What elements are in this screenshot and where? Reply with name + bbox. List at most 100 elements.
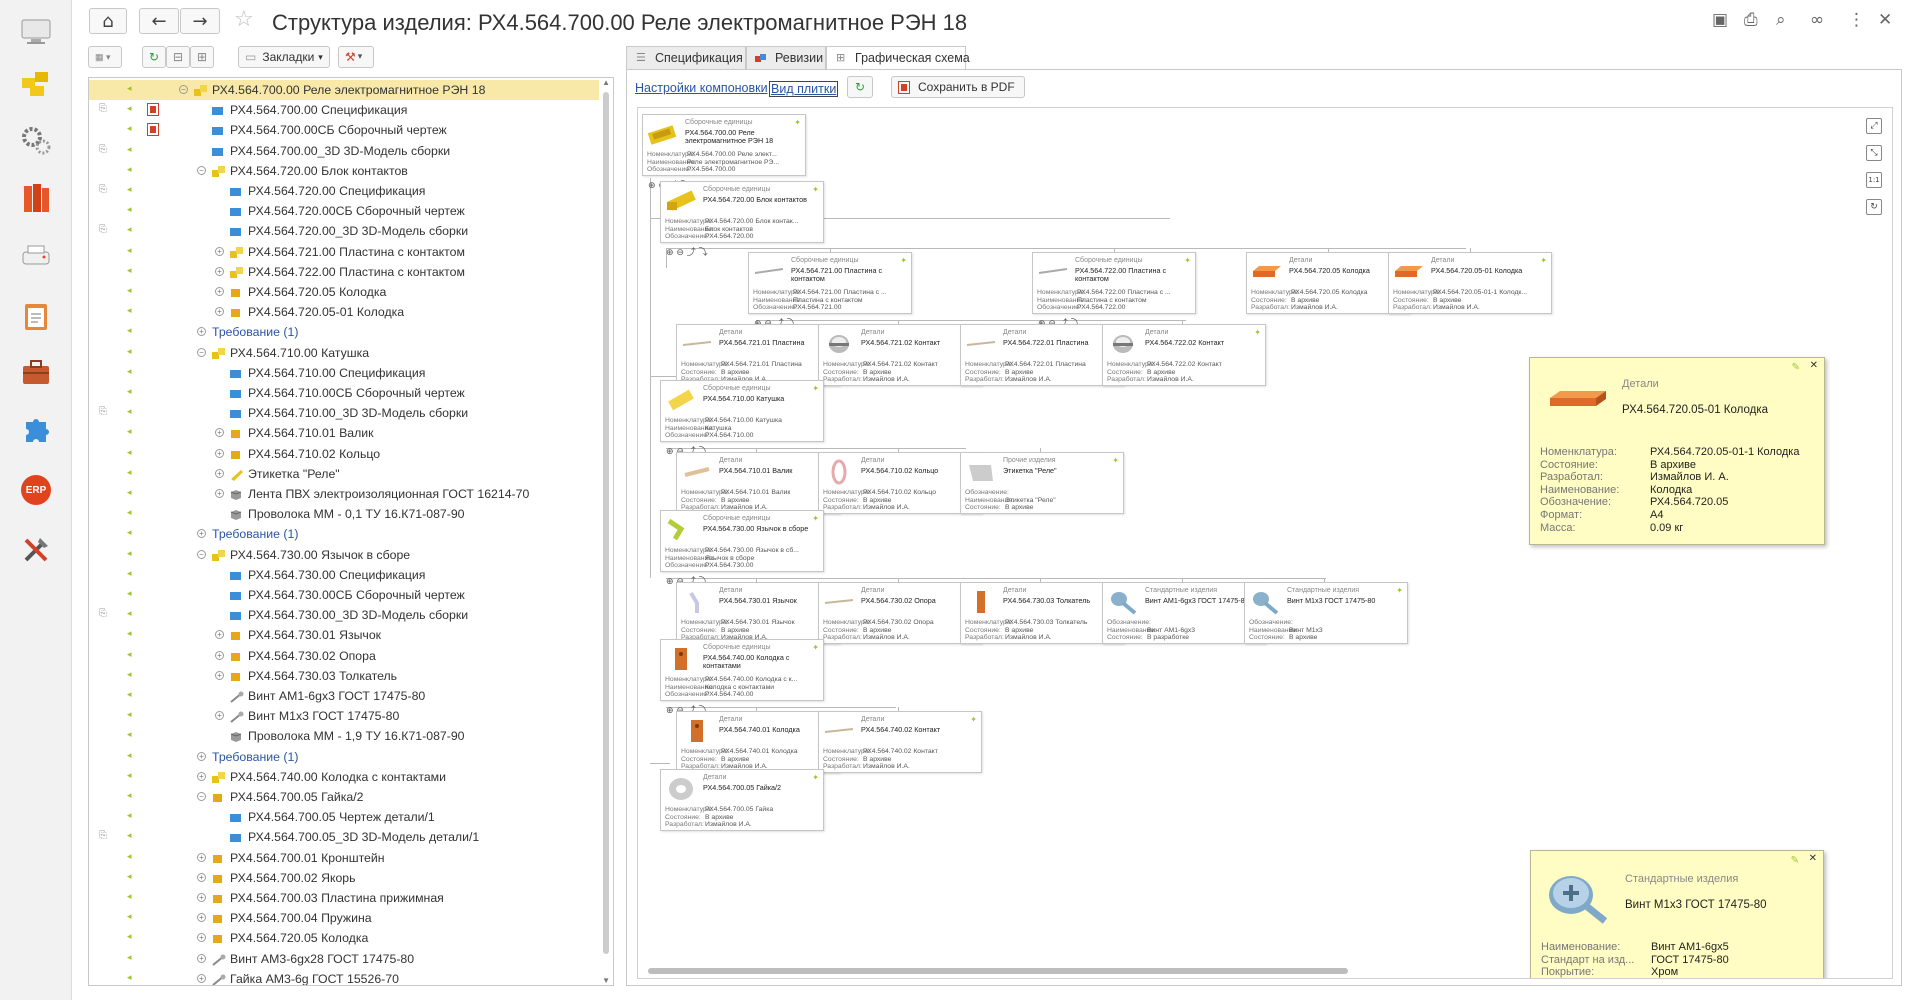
expand-toggle-icon[interactable]: + bbox=[197, 529, 206, 539]
rotate-icon[interactable]: ↻ bbox=[1866, 199, 1882, 215]
expand-toggle-icon[interactable]: + bbox=[197, 913, 206, 923]
collapse-toggle-icon[interactable]: − bbox=[197, 549, 206, 559]
tree-row[interactable]: ◂ + РХ4.564.700.04 Пружина bbox=[89, 908, 599, 928]
expand-toggle-icon[interactable]: + bbox=[215, 266, 224, 276]
tree-row[interactable]: ⎘ ◂ РХ4.564.720.00 Спецификация bbox=[89, 181, 599, 201]
tree-row[interactable]: ◂ + Лента ПВХ электроизоляционная ГОСТ 162… bbox=[89, 484, 599, 504]
scheme-node[interactable]: ✦ Прочие изделия Этикетка "Реле" Обозначени… bbox=[960, 452, 1124, 514]
node-tools-icon[interactable]: ⊕ ⊖ ⤴ ⤵ bbox=[666, 245, 708, 258]
expand-toggle-icon[interactable]: + bbox=[215, 711, 224, 721]
expand-toggle-icon[interactable]: + bbox=[215, 448, 224, 458]
tree-row[interactable]: ◂ Винт АМ1-6gx3 ГОСТ 17475-80 bbox=[89, 686, 599, 706]
pin-icon[interactable]: ✎ bbox=[1792, 362, 1800, 373]
tree-row[interactable]: ◂ − РХ4.564.710.00 Катушка bbox=[89, 343, 599, 363]
scheme-node[interactable]: ✦Стандартные изделияВинт АМ1-6gx3 ГОСТ 1… bbox=[1102, 582, 1266, 644]
favorite-star-icon[interactable]: ☆ bbox=[234, 7, 254, 32]
expand-toggle-icon[interactable]: + bbox=[197, 973, 206, 983]
tree-row[interactable]: ◂ + Этикетка "Реле" bbox=[89, 464, 599, 484]
home-button[interactable]: ⌂ bbox=[89, 8, 127, 34]
pdf-icon[interactable] bbox=[147, 103, 159, 117]
tree-row[interactable]: ◂ РХ4.564.730.00СБ Сборочный чертеж bbox=[89, 585, 599, 605]
collapse-toggle-icon[interactable]: − bbox=[179, 85, 188, 94]
more-icon[interactable]: ⋮ bbox=[1848, 10, 1865, 30]
scroll-down-icon[interactable]: ▼ bbox=[602, 976, 610, 985]
tree-row[interactable]: ◂ + РХ4.564.720.05 Колодка bbox=[89, 282, 599, 302]
graphic-scheme[interactable]: ✦ Сборочные единицы РХ4.564.700.00 Реле эл… bbox=[637, 107, 1893, 979]
scheme-node[interactable]: ✦ Сборочные единицы РХ4.564.720.00 Блок ко… bbox=[660, 181, 824, 243]
expand-toggle-icon[interactable]: + bbox=[197, 893, 206, 902]
save-pdf-button[interactable]: Сохранить в PDF bbox=[891, 76, 1025, 98]
expand-toggle-icon[interactable]: + bbox=[197, 751, 206, 761]
scheme-refresh-icon[interactable]: ↻ bbox=[847, 76, 873, 98]
tree-scrollbar[interactable] bbox=[603, 92, 609, 954]
tree-row[interactable]: ⎘ ◂ РХ4.564.700.00_3D 3D-Модель сборки bbox=[89, 141, 599, 161]
tab-specification[interactable]: ☰ Спецификация bbox=[626, 46, 746, 70]
tree-row[interactable]: ◂ + Винт АМ3-6gх28 ГОСТ 17475-80 bbox=[89, 949, 599, 969]
tree-row[interactable]: ◂ Проволока ММ - 0,1 ТУ 16.К71-087-90 bbox=[89, 504, 599, 524]
scheme-node[interactable]: ✦ Сборочные единицы РХ4.564.700.00 Реле эл… bbox=[642, 114, 806, 176]
tree-row[interactable]: ◂ − РХ4.564.700.05 Гайка/2 bbox=[89, 787, 599, 807]
tree-row[interactable]: ⎘ ◂ РХ4.564.730.00_3D 3D-Модель сборки bbox=[89, 605, 599, 625]
pdf-icon[interactable] bbox=[147, 123, 159, 137]
expand-toggle-icon[interactable]: + bbox=[215, 670, 224, 680]
layout-settings-link[interactable]: Настройки компоновки bbox=[635, 81, 768, 95]
expand-toggle-icon[interactable]: + bbox=[215, 650, 224, 660]
tab-revisions[interactable]: Ревизии bbox=[746, 46, 826, 70]
expand-toggle-icon[interactable]: + bbox=[215, 428, 224, 438]
expand-toggle-icon[interactable]: + bbox=[197, 771, 206, 781]
tree-row[interactable]: ◂ − РХ4.564.700.00 Реле электромагнитное Р… bbox=[89, 80, 599, 100]
scroll-up-icon[interactable]: ▲ bbox=[602, 78, 610, 87]
pin-icon[interactable]: ✎ bbox=[1791, 855, 1799, 866]
tree-row[interactable]: ◂ + Требование (1) bbox=[89, 524, 599, 544]
clipboard-icon[interactable] bbox=[16, 296, 56, 336]
tree-row[interactable]: ◂ + РХ4.564.730.02 Опора bbox=[89, 646, 599, 666]
tree-row[interactable]: ◂ + РХ4.564.700.01 Кронштейн bbox=[89, 848, 599, 868]
printer-icon[interactable] bbox=[16, 236, 56, 276]
expand-toggle-icon[interactable]: + bbox=[215, 489, 224, 498]
tree-row[interactable]: ◂ + РХ4.564.720.05-01 Колодка bbox=[89, 302, 599, 322]
tree-row[interactable]: ◂ РХ4.564.730.00 Спецификация bbox=[89, 565, 599, 585]
preview-icon[interactable]: ⌕ bbox=[1776, 10, 1786, 30]
tree-row[interactable]: ◂ + Требование (1) bbox=[89, 747, 599, 767]
fullscreen-icon[interactable]: ⤢ bbox=[1866, 118, 1882, 134]
expand-toggle-icon[interactable]: + bbox=[197, 933, 206, 943]
popup-close-icon[interactable]: ✕ bbox=[1809, 853, 1817, 864]
tree-row[interactable]: ◂ + РХ4.564.710.01 Валик bbox=[89, 423, 599, 443]
tree-row[interactable]: ◂ + РХ4.564.730.03 Толкатель bbox=[89, 666, 599, 686]
scheme-node[interactable]: ✦ДеталиРХ4.564.710.02 КольцоНоменклатура… bbox=[818, 452, 982, 514]
tree-row[interactable]: ◂ + РХ4.564.730.01 Язычок bbox=[89, 625, 599, 645]
collapse-toggle-icon[interactable]: − bbox=[197, 792, 206, 801]
tools-icon[interactable] bbox=[16, 530, 56, 570]
structure-tree[interactable]: ◂ − РХ4.564.700.00 Реле электромагнитное Р… bbox=[88, 77, 614, 986]
tree-row[interactable]: ⎘ ◂ РХ4.564.710.00_3D 3D-Модель сборки bbox=[89, 403, 599, 423]
scheme-node[interactable]: ✦ Детали РХ4.564.720.05-01 Колодка Номенкла… bbox=[1388, 252, 1552, 314]
scheme-horizontal-scrollbar[interactable] bbox=[648, 968, 1348, 974]
catalog-icon[interactable] bbox=[16, 64, 56, 104]
tree-row[interactable]: ◂ Проволока ММ - 1,9 ТУ 16.К71-087-90 bbox=[89, 726, 599, 746]
scheme-node[interactable]: ✦ Сборочные единицы РХ4.564.740.00 Колодка… bbox=[660, 639, 824, 701]
expand-toggle-icon[interactable]: + bbox=[197, 872, 206, 882]
tree-row[interactable]: ◂ + РХ4.564.740.00 Колодка с контактами bbox=[89, 767, 599, 787]
link-icon[interactable]: ∞ bbox=[1810, 10, 1824, 30]
scheme-node[interactable]: ✦ДеталиРХ4.564.720.05 КолодкаНоменклатур… bbox=[1246, 252, 1410, 314]
erp-icon[interactable]: ERP bbox=[16, 470, 56, 510]
tree-row[interactable]: ◂ РХ4.564.700.05 Чертеж детали/1 bbox=[89, 807, 599, 827]
collapse-toggle-icon[interactable]: − bbox=[197, 165, 206, 175]
expand-icon[interactable]: ⊞ bbox=[190, 46, 214, 68]
expand-toggle-icon[interactable]: + bbox=[215, 468, 224, 478]
expand-toggle-icon[interactable]: + bbox=[197, 852, 206, 862]
scheme-node[interactable]: ✦ Сборочные единицы РХ4.564.722.00 Пластин… bbox=[1032, 252, 1196, 314]
tree-row[interactable]: ◂ + РХ4.564.700.03 Пластина прижимная bbox=[89, 888, 599, 908]
collapse-icon[interactable]: ⊟ bbox=[166, 46, 190, 68]
tree-row[interactable]: ◂ + РХ4.564.710.02 Кольцо bbox=[89, 444, 599, 464]
expand-toggle-icon[interactable]: + bbox=[215, 246, 224, 256]
scheme-node[interactable]: ✦ДеталиРХ4.564.730.02 ОпораНоменклатура:… bbox=[818, 582, 982, 644]
desktop-icon[interactable] bbox=[16, 12, 56, 52]
tree-row[interactable]: ⎘ ◂ РХ4.564.720.00_3D 3D-Модель сборки bbox=[89, 221, 599, 241]
scheme-node[interactable]: ✦ДеталиРХ4.564.721.02 КонтактНоменклатур… bbox=[818, 324, 982, 386]
bookmarks-dropdown[interactable]: ▭ Закладки ▾ bbox=[238, 46, 330, 68]
popup-close-icon[interactable]: ✕ bbox=[1810, 360, 1818, 371]
tree-row[interactable]: ⎘ ◂ РХ4.564.700.05_3D 3D-Модель детали/1 bbox=[89, 827, 599, 847]
tree-row[interactable]: ◂ РХ4.564.720.00СБ Сборочный чертеж bbox=[89, 201, 599, 221]
scheme-node[interactable]: ✦ДеталиРХ4.564.722.01 ПластинаНоменклату… bbox=[960, 324, 1124, 386]
